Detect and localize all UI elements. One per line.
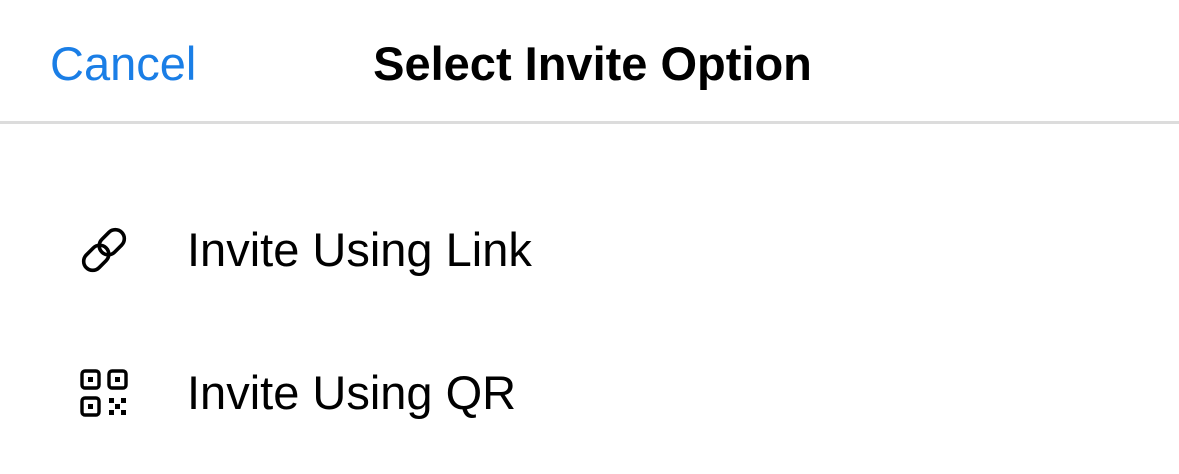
qr-code-icon bbox=[76, 365, 132, 421]
link-icon bbox=[76, 222, 132, 278]
navigation-header: Cancel Select Invite Option bbox=[0, 0, 1179, 124]
page-title: Select Invite Option bbox=[373, 37, 812, 90]
invite-using-link-label: Invite Using Link bbox=[187, 223, 532, 276]
invite-using-qr-option[interactable]: Invite Using QR bbox=[0, 333, 1179, 453]
invite-using-qr-label: Invite Using QR bbox=[187, 366, 517, 419]
invite-using-link-option[interactable]: Invite Using Link bbox=[0, 190, 1179, 310]
